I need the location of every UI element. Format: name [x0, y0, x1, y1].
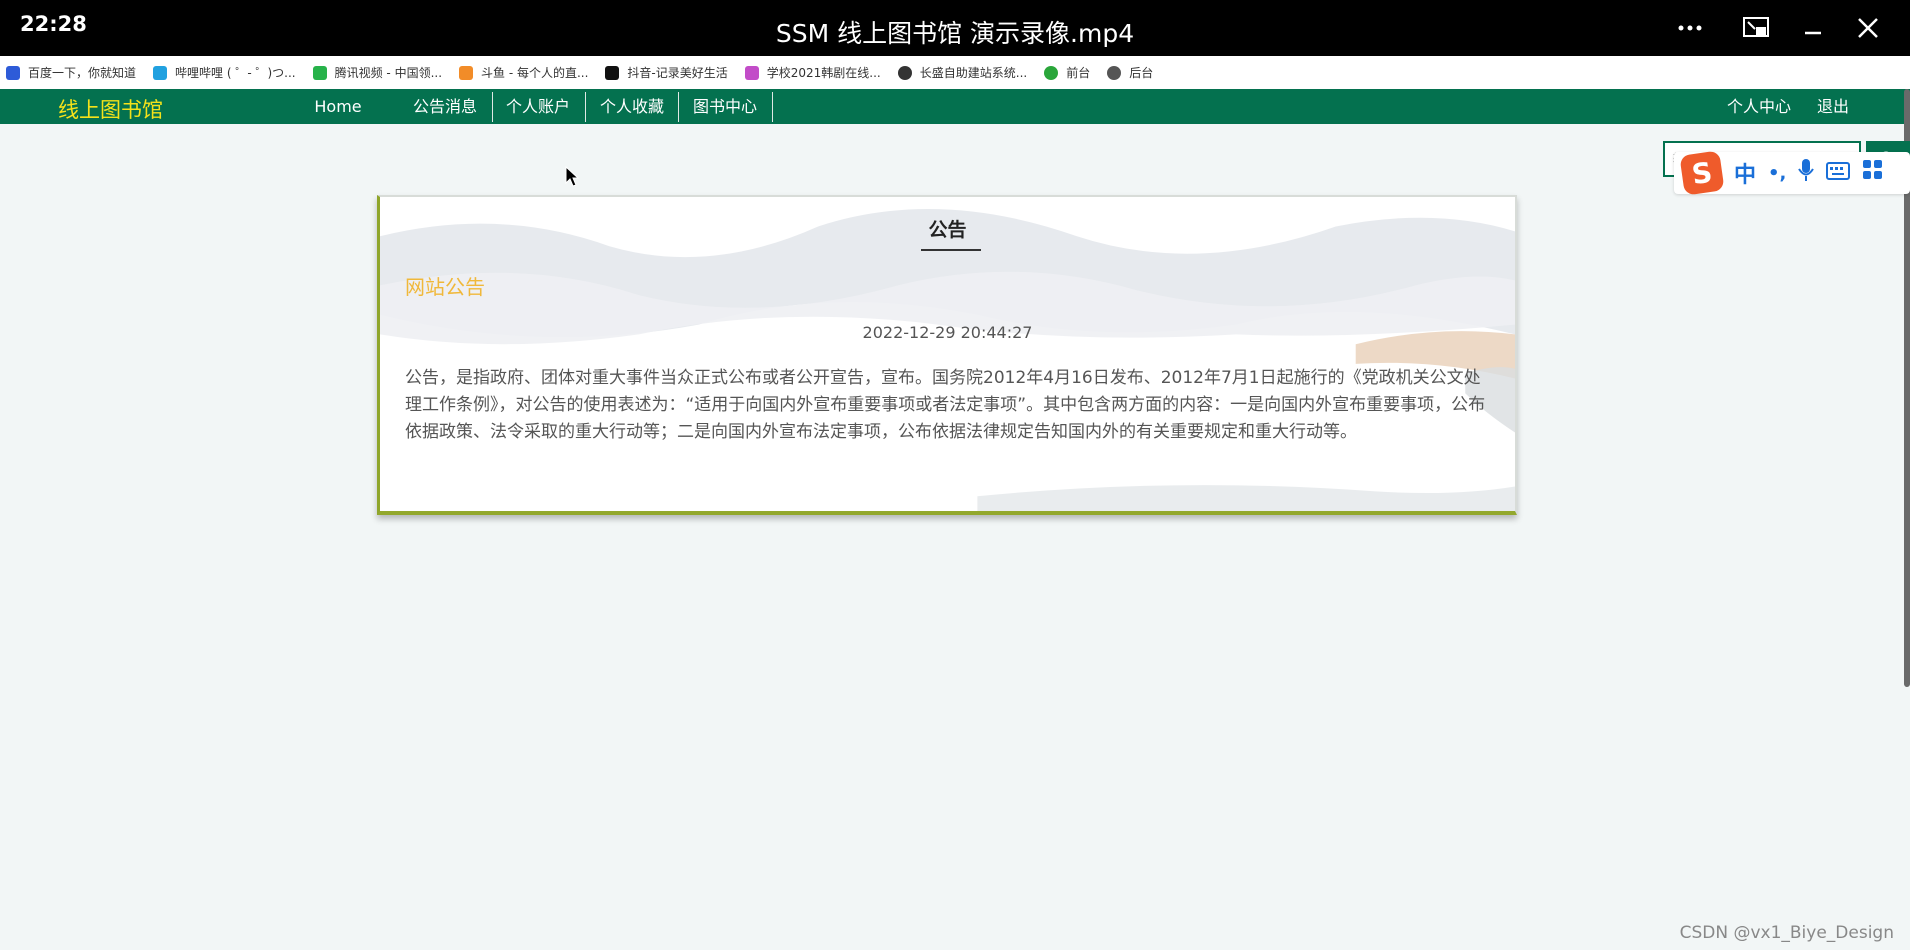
notice-subheading: 网站公告: [405, 275, 485, 299]
globe-icon: [1107, 65, 1122, 80]
bookmark-label: 百度一下，你就知道: [28, 66, 137, 80]
nav-favorites[interactable]: 个人收藏: [592, 89, 672, 124]
notice-date: 2022-12-29 20:44:27: [862, 323, 1033, 342]
bookmark-drama[interactable]: 学校2021韩剧在线...: [744, 64, 881, 81]
notice-heading: 公告: [928, 219, 967, 241]
bilibili-icon: [153, 65, 168, 80]
video-player-titlebar: 22:28 SSM 线上图书馆 演示录像.mp4: [0, 0, 1910, 56]
bookmarks-bar: 百度一下，你就知道 哔哩哔哩 ( ゜- ゜)つ... 腾讯视频 - 中国领...…: [0, 56, 1910, 89]
nav-divider: [678, 92, 679, 122]
toolbox-icon[interactable]: [1862, 159, 1884, 187]
bookmark-label: 前台: [1066, 66, 1091, 80]
personal-center-link[interactable]: 个人中心: [1727, 89, 1791, 124]
nav-book-center[interactable]: 图书中心: [684, 89, 766, 124]
bookmark-frontend[interactable]: 前台: [1044, 64, 1090, 81]
bookmark-baidu[interactable]: 百度一下，你就知道: [6, 64, 136, 81]
heading-underline: [921, 249, 981, 251]
minimize-icon[interactable]: [1793, 10, 1833, 46]
sogou-ime-logo[interactable]: S: [1679, 150, 1725, 196]
douyin-icon: [605, 65, 620, 80]
bookmark-backend[interactable]: 后台: [1107, 64, 1153, 81]
ime-punctuation-toggle[interactable]: •,: [1768, 163, 1786, 184]
bookmark-bilibili[interactable]: 哔哩哔哩 ( ゜- ゜)つ...: [153, 64, 296, 81]
ime-toolbar: S 中 •,: [1674, 150, 1910, 196]
nav-divider: [772, 92, 773, 122]
ink-landscape-background: [380, 208, 1515, 511]
mouse-cursor-icon: [565, 166, 579, 187]
frontend-icon: [1044, 65, 1059, 80]
bookmark-label: 后台: [1129, 66, 1154, 80]
bookmark-label: 斗鱼 - 每个人的直...: [481, 66, 589, 80]
tencent-video-icon: [312, 65, 327, 80]
logout-link[interactable]: 退出: [1817, 89, 1849, 124]
notice-card: 公告 网站公告 2022-12-29 20:44:27 公告，是指政府、团体对重…: [377, 195, 1517, 515]
notice-body: 公告，是指政府、团体对重大事件当众正式公布或者公开宣告，宣布。国务院2012年4…: [405, 368, 1486, 442]
site-navbar: 线上图书馆 Home 公告消息 个人账户 个人收藏 图书中心 个人中心 退出: [0, 89, 1910, 124]
baidu-icon: [6, 65, 20, 80]
player-title: SSM 线上图书馆 演示录像.mp4: [775, 19, 1135, 48]
site-logo[interactable]: 线上图书馆: [58, 94, 163, 124]
bookmark-label: 腾讯视频 - 中国领...: [334, 66, 443, 80]
nav-account[interactable]: 个人账户: [498, 89, 578, 124]
bookmark-label: 学校2021韩剧在线...: [766, 66, 881, 80]
picture-in-picture-icon[interactable]: [1736, 10, 1776, 46]
bookmark-label: 抖音-记录美好生活: [627, 66, 728, 80]
drama-site-icon: [744, 65, 759, 80]
bookmark-tencent-video[interactable]: 腾讯视频 - 中国领...: [312, 64, 443, 81]
bookmark-label: 长盛自助建站系统...: [919, 66, 1028, 80]
nav-announcements[interactable]: 公告消息: [405, 89, 485, 124]
douyu-icon: [459, 65, 474, 80]
bookmark-label: 哔哩哔哩 ( ゜- ゜)つ...: [175, 66, 296, 80]
nav-divider: [585, 92, 586, 122]
more-icon[interactable]: [1670, 10, 1710, 46]
close-icon[interactable]: [1848, 10, 1888, 46]
bookmark-douyu[interactable]: 斗鱼 - 每个人的直...: [459, 64, 588, 81]
microphone-icon[interactable]: [1798, 158, 1815, 188]
csdn-watermark: CSDN @vx1_Biye_Design: [1679, 923, 1894, 943]
nav-divider: [492, 92, 493, 122]
keyboard-icon[interactable]: [1826, 161, 1851, 186]
bookmark-site-builder[interactable]: 长盛自助建站系统...: [897, 64, 1028, 81]
site-builder-icon: [897, 65, 912, 80]
bookmark-douyin[interactable]: 抖音-记录美好生活: [605, 64, 728, 81]
nav-home[interactable]: Home: [300, 89, 376, 124]
ime-language-toggle[interactable]: 中: [1734, 157, 1756, 189]
